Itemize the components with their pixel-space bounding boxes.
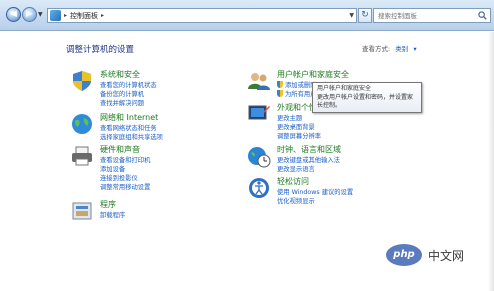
watermark: php 中文网 [386,240,492,270]
printer-icon[interactable] [70,144,94,168]
uac-shield-icon [277,81,283,88]
search-input[interactable] [374,9,474,22]
search-box[interactable] [373,8,491,23]
refresh-button[interactable]: ↻ [358,8,372,23]
clock-globe-icon[interactable] [247,144,271,168]
search-icon[interactable] [478,11,487,20]
chevron-down-icon[interactable]: ▾ [413,45,416,53]
back-button[interactable]: ◀ [6,7,21,22]
breadcrumb-control-panel[interactable]: 控制面板 [70,11,98,21]
view-by-dropdown[interactable]: 类别 [395,45,408,53]
view-by: 查看方式: 类别 ▾ [362,43,417,53]
recent-pages-dropdown-icon[interactable]: ▼ [38,12,44,18]
uac-shield-icon [277,90,283,97]
category-title[interactable]: 时钟、语言和区域 [277,144,341,155]
tooltip: 用户帐户和家庭安全 更改用户帐户设置和密码，并设置家 长控制。 [312,82,422,113]
link-recommended-settings[interactable]: 使用 Windows 建议的设置 [277,187,353,196]
category-title[interactable]: 轻松访问 [277,176,309,187]
programs-icon[interactable] [70,199,94,223]
window-titlebar: ◀ ▶ ▼ ▸ 控制面板 ▸ ▼ ↻ [0,0,494,31]
forward-button[interactable]: ▶ [22,7,37,22]
php-logo: php [386,244,422,266]
user-accounts-icon[interactable] [247,69,271,93]
view-by-label: 查看方式: [362,45,391,53]
ease-of-access-icon[interactable] [247,176,271,200]
link-add-device[interactable]: 添加设备 [100,164,125,173]
system-security-icon[interactable] [70,69,94,93]
link-change-theme[interactable]: 更改主题 [277,113,302,122]
breadcrumb-separator-icon[interactable]: ▸ [101,12,104,19]
category-ease-of-access: 轻松访问 使用 Windows 建议的设置 优化视频显示 [247,176,397,208]
category-title[interactable]: 程序 [100,199,116,210]
link-connect-projector[interactable]: 连接到投影仪 [100,173,138,182]
link-mobility-settings[interactable]: 调整常用移动设置 [100,182,150,191]
link-homegroup-sharing[interactable]: 选择家庭组和共享选项 [100,132,163,141]
category-network-internet: 网络和 Internet 查看网络状态和任务 选择家庭组和共享选项 [70,112,210,144]
link-screen-resolution[interactable]: 调整屏幕分辨率 [277,131,321,140]
category-clock-language-region: 时钟、语言和区域 更改键盘或其他输入法 更改显示语言 [247,144,397,176]
tooltip-text: 长控制。 [317,102,342,109]
link-desktop-background[interactable]: 更改桌面背景 [277,122,315,131]
category-hardware-sound: 硬件和声音 查看设备和打印机 添加设备 连接到投影仪 调整常用移动设置 [70,144,210,199]
appearance-icon[interactable] [247,102,271,126]
category-programs: 程序 卸载程序 [70,199,210,227]
link-keyboard-input[interactable]: 更改键盘或其他输入法 [277,155,340,164]
link-troubleshoot[interactable]: 查找并解决问题 [100,98,144,107]
category-system-security: 系统和安全 查看您的计算机状态 备份您的计算机 查找并解决问题 [70,69,210,114]
page-title: 调整计算机的设置 [66,45,135,55]
link-network-status[interactable]: 查看网络状态和任务 [100,123,157,132]
category-title[interactable]: 硬件和声音 [100,144,140,155]
link-uninstall-program[interactable]: 卸载程序 [100,210,125,219]
breadcrumb-separator-icon[interactable]: ▸ [64,12,67,19]
tooltip-title: 用户帐户和家庭安全 [317,85,372,92]
category-title[interactable]: 用户帐户和家庭安全 [277,69,349,80]
watermark-text: 中文网 [428,248,465,263]
address-bar[interactable]: ▸ 控制面板 ▸ ▼ [47,8,357,23]
category-title[interactable]: 系统和安全 [100,69,140,80]
link-display-language[interactable]: 更改显示语言 [277,164,315,173]
address-dropdown-icon[interactable]: ▼ [349,12,354,19]
control-panel-icon [50,10,61,21]
link-backup-computer[interactable]: 备份您的计算机 [100,89,144,98]
tooltip-text: 更改用户帐户设置和密码，并设置家 [317,93,414,101]
category-title[interactable]: 网络和 Internet [100,112,158,123]
network-globe-icon[interactable] [70,112,94,136]
link-optimize-display[interactable]: 优化视频显示 [277,196,315,205]
link-view-computer-status[interactable]: 查看您的计算机状态 [100,80,157,89]
link-devices-printers[interactable]: 查看设备和打印机 [100,155,150,164]
